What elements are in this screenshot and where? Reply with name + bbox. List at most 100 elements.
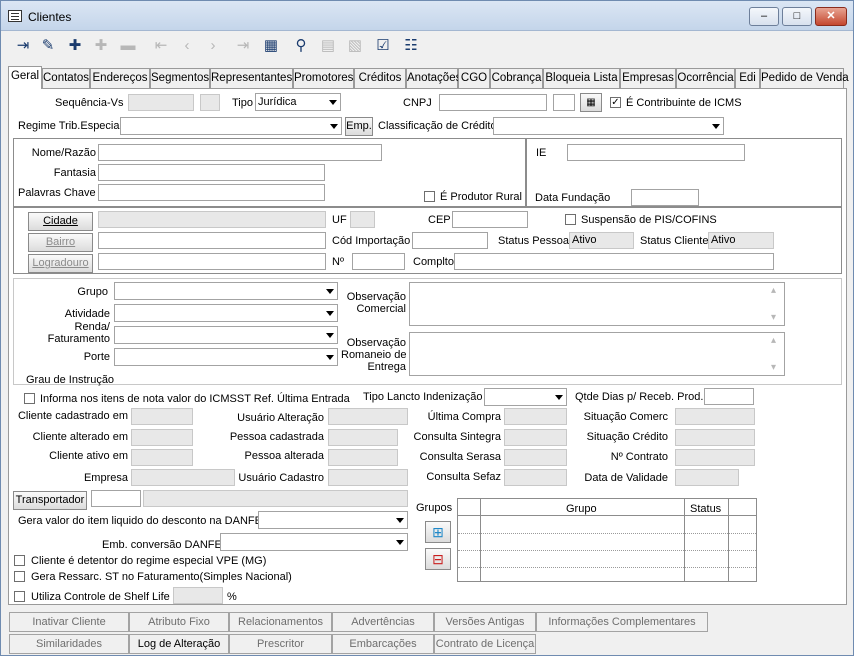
tab-geral[interactable]: Geral [8, 66, 42, 89]
logradouro-input[interactable] [98, 253, 326, 270]
embarcacoes-button[interactable]: Embarcações [332, 634, 434, 654]
atributo-fixo-button[interactable]: Atributo Fixo [129, 612, 229, 632]
cnpj-lookup-button[interactable]: ▦ [580, 93, 602, 112]
remove-grupo-button[interactable]: ⊟ [425, 548, 451, 570]
grupos-grid[interactable]: Grupo Status [457, 498, 757, 582]
sequencia-digit-input[interactable] [200, 94, 220, 111]
data-fundacao-input[interactable] [631, 189, 699, 206]
pessoa-cadastrada-input[interactable] [328, 429, 398, 446]
tab-contatos[interactable]: Contatos [42, 68, 90, 88]
atividade-select[interactable] [114, 304, 338, 322]
regime-select[interactable] [120, 117, 342, 135]
transportador-button[interactable]: Transportador [13, 491, 87, 510]
shelf-life-checkbox[interactable] [14, 591, 25, 602]
transportador-name-input[interactable] [143, 490, 408, 507]
status-cliente-input[interactable]: Ativo [708, 232, 774, 249]
first-button[interactable]: ⇤ [149, 33, 173, 57]
cliente-ativo-input[interactable] [131, 449, 193, 466]
add-button[interactable]: ✚ [63, 33, 87, 57]
uf-input[interactable] [350, 211, 375, 228]
cidade-button[interactable]: Cidade [28, 212, 93, 231]
tab-ocorrencia[interactable]: Ocorrência [676, 68, 735, 88]
cod-importacao-input[interactable] [412, 232, 488, 249]
report-button[interactable]: ▦ [259, 33, 283, 57]
renda-select[interactable] [114, 326, 338, 344]
qtde-dias-input[interactable] [704, 388, 754, 405]
complto-input[interactable] [454, 253, 774, 270]
emp-button[interactable]: Emp. [345, 117, 373, 136]
obs-comercial-scrollbar[interactable] [768, 284, 783, 324]
usuario-cadastro-input[interactable] [328, 469, 408, 486]
pessoa-alterada-input[interactable] [328, 449, 398, 466]
cnpj-digit-input[interactable] [553, 94, 575, 111]
relacionamentos-button[interactable]: Relacionamentos [229, 612, 332, 632]
tab-bloqueia-lista[interactable]: Bloqueia Lista [543, 68, 620, 88]
next-button[interactable]: › [201, 33, 225, 57]
last-button[interactable]: ⇥ [231, 33, 255, 57]
classificacao-select[interactable] [493, 117, 724, 135]
n-contrato-input[interactable] [675, 449, 755, 466]
tab-representantes[interactable]: Representantes [210, 68, 293, 88]
ressarc-checkbox[interactable] [14, 571, 25, 582]
informacoes-complementares-button[interactable]: Informações Complementares [536, 612, 708, 632]
gera-valor-select[interactable] [258, 511, 408, 529]
usuario-alteracao-input[interactable] [328, 408, 408, 425]
inativar-cliente-button[interactable]: Inativar Cliente [9, 612, 129, 632]
tab-anotacoes[interactable]: Anotações [406, 68, 461, 88]
versoes-antigas-button[interactable]: Versões Antigas [434, 612, 536, 632]
cidade-input[interactable] [98, 211, 326, 228]
tab-edi[interactable]: Edi [735, 68, 760, 88]
close-button[interactable]: ✕ [815, 7, 847, 26]
logradouro-button[interactable]: Logradouro [28, 254, 93, 273]
nome-input[interactable] [98, 144, 382, 161]
obs-comercial-textarea[interactable] [409, 282, 785, 326]
tab-empresas[interactable]: Empresas [620, 68, 676, 88]
transportador-code-input[interactable] [91, 490, 141, 507]
suspensao-checkbox[interactable] [565, 214, 576, 225]
filter-button[interactable]: ▤ [316, 33, 340, 57]
similaridades-button[interactable]: Similaridades [9, 634, 129, 654]
checklist-button[interactable]: ☑ [371, 33, 395, 57]
tab-cobranca[interactable]: Cobrança [490, 68, 543, 88]
informa-checkbox[interactable] [24, 393, 35, 404]
contribuinte-checkbox[interactable]: ✓ [610, 97, 621, 108]
cep-input[interactable] [452, 211, 528, 228]
prev-button[interactable]: ‹ [175, 33, 199, 57]
binoculars-button[interactable]: ⚲ [289, 33, 313, 57]
tab-segmentos[interactable]: Segmentos [150, 68, 210, 88]
empresa-input[interactable] [131, 469, 235, 486]
tipo-lancto-select[interactable] [484, 388, 567, 406]
consulta-sintegra-input[interactable] [504, 429, 567, 446]
prescritor-button[interactable]: Prescritor [229, 634, 332, 654]
tab-creditos[interactable]: Créditos [354, 68, 406, 88]
vpe-checkbox[interactable] [14, 555, 25, 566]
advertencias-button[interactable]: Advertências [332, 612, 434, 632]
cnpj-input[interactable] [439, 94, 547, 111]
delete-button[interactable]: ▬ [116, 33, 140, 57]
emb-conversao-select[interactable] [220, 533, 408, 551]
consulta-serasa-input[interactable] [504, 449, 567, 466]
contrato-de-licenca-button[interactable]: Contrato de Licença [434, 634, 536, 654]
bairro-button[interactable]: Bairro [28, 233, 93, 252]
porte-select[interactable] [114, 348, 338, 366]
tab-cgo[interactable]: CGO [458, 68, 490, 88]
cliente-alterado-input[interactable] [131, 429, 193, 446]
add-grupo-button[interactable]: ⊞ [425, 521, 451, 543]
ie-input[interactable] [567, 144, 745, 161]
tab-pedido-de-venda[interactable]: Pedido de Venda [760, 68, 849, 88]
situacao-comerc-input[interactable] [675, 408, 755, 425]
obs-romaneio-textarea[interactable] [409, 332, 785, 376]
fantasia-input[interactable] [98, 164, 325, 181]
shelf-life-input[interactable] [173, 587, 223, 604]
grid-col-status[interactable]: Status [690, 502, 721, 516]
grupo-select[interactable] [114, 282, 338, 300]
sequencia-input[interactable] [128, 94, 194, 111]
eraser-button[interactable]: ✎ [36, 33, 60, 57]
cliente-cadastrado-input[interactable] [131, 408, 193, 425]
palavras-input[interactable] [98, 184, 325, 201]
minimize-button[interactable]: – [749, 7, 779, 26]
export-button[interactable]: ▧ [343, 33, 367, 57]
situacao-credito-input[interactable] [675, 429, 755, 446]
maximize-button[interactable]: □ [782, 7, 812, 26]
numero-input[interactable] [352, 253, 405, 270]
